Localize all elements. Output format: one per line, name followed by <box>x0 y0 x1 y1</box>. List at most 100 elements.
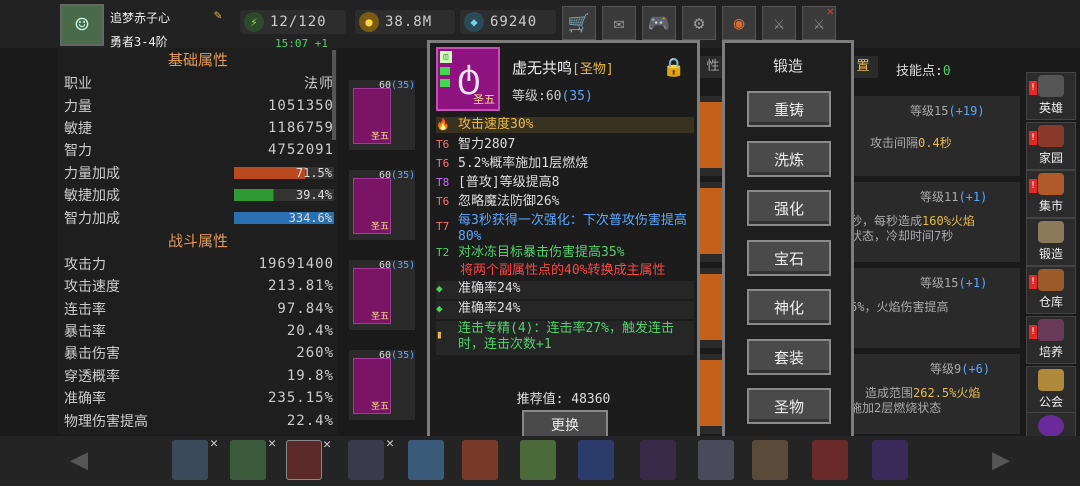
equipment-slot[interactable]: 60(35) 圣五 <box>349 260 415 330</box>
attr-label: 力量 <box>64 98 92 115</box>
hero-portrait[interactable] <box>872 440 908 480</box>
bonus-label: 敏捷加成 <box>64 188 120 205</box>
gear-icon: ⚙ <box>693 12 705 34</box>
hero-portrait[interactable] <box>698 440 734 480</box>
hero-portrait-selected[interactable]: ✕ <box>286 437 331 480</box>
nav-warehouse[interactable]: ! 仓库 <box>1026 266 1076 314</box>
nav-training[interactable]: ! 培养 <box>1026 316 1076 364</box>
gem-button[interactable]: 宝石 <box>747 240 831 276</box>
attr-row: 物理伤害提高 22.4% <box>58 409 338 431</box>
energy-value: 12/120 <box>270 14 327 30</box>
nav-market[interactable]: ! 集市 <box>1026 170 1076 218</box>
nav-guild[interactable]: 公会 <box>1026 366 1076 414</box>
nav-home[interactable]: ! 家园 <box>1026 122 1076 170</box>
lock-icon[interactable]: 🔒 <box>663 57 685 78</box>
enhance-button[interactable]: 强化 <box>747 190 831 226</box>
item-name: 虚无共鸣[圣物] <box>512 59 614 77</box>
skill-art <box>700 274 722 340</box>
equipment-slot[interactable]: 60(35) 圣五 <box>349 170 415 240</box>
deify-button[interactable]: 神化 <box>747 289 831 325</box>
hero-portrait[interactable] <box>812 440 848 480</box>
guild-icon <box>1038 369 1064 391</box>
attr-row: 穿透概率 19.8% <box>58 365 338 387</box>
set-button[interactable]: 套装 <box>747 339 831 375</box>
equipment-slot[interactable]: 60(35) 圣五 <box>349 350 415 420</box>
bonus-bar-row: 智力加成 334.6% <box>58 206 338 228</box>
item-tag: 圣五 <box>473 93 495 106</box>
hero-portrait[interactable]: ✕ <box>230 436 276 480</box>
boots-icon: 圣五 <box>353 358 391 414</box>
hero-portrait[interactable]: ✕ <box>348 436 394 480</box>
gamepad-icon: 🎮 <box>647 12 671 34</box>
settings-button[interactable]: ⚙ <box>682 6 716 40</box>
recommend-score: 推荐值: 48360 <box>516 392 611 407</box>
helmet-icon <box>1038 75 1064 97</box>
cart-icon: 🛒 <box>567 12 591 34</box>
attr-value: 260% <box>296 345 334 362</box>
gamepad-button[interactable]: 🎮 <box>642 6 676 40</box>
nav-hero[interactable]: ! 英雄 <box>1026 72 1076 120</box>
attr-value: 235.15% <box>267 390 334 407</box>
strength-bonus-bar: 71.5% <box>234 165 334 180</box>
shop-button[interactable]: 🛒 <box>562 6 596 40</box>
gem-socket <box>440 67 450 75</box>
edit-icon[interactable]: ✎ <box>214 8 228 23</box>
extra-affix: ◆ 准确率24% <box>436 281 694 299</box>
next-arrow-icon[interactable]: ▶ <box>982 440 1020 478</box>
attr-row: 准确率 235.15% <box>58 387 338 409</box>
refine-button[interactable]: 洗炼 <box>747 141 831 177</box>
affix-row: T6 5.2%概率施加1层燃烧 <box>436 156 589 171</box>
attr-label: 敏捷 <box>64 120 92 137</box>
relic-button[interactable]: 圣物 <box>747 388 831 424</box>
attr-label: 暴击伤害 <box>64 346 120 363</box>
wheel-button[interactable]: ◉ <box>722 6 756 40</box>
color-wheel-icon: ◉ <box>733 12 745 34</box>
hero-portrait[interactable] <box>408 440 444 480</box>
attr-label: 智力 <box>64 143 92 160</box>
player-avatar[interactable]: ☺ <box>60 4 104 46</box>
close-icon: ✕ <box>826 4 834 18</box>
lightning-icon: ⚡ <box>244 12 264 32</box>
hero-portrait[interactable] <box>640 440 676 480</box>
robe-icon: 圣五 <box>353 178 391 234</box>
gem-icon: ◆ <box>464 12 484 32</box>
necklace-icon: ◫ ტ 圣五 <box>436 47 500 111</box>
reforge-button[interactable]: 重铸 <box>747 91 831 127</box>
affix-conversion: 将两个副属性点的40%转换成主属性 <box>460 263 666 278</box>
nav-label: 英雄 <box>1038 101 1063 115</box>
mail-button[interactable]: ✉ <box>602 6 636 40</box>
attr-value: 22.4% <box>286 412 334 429</box>
gem-counter: ◆ 69240 <box>460 10 556 34</box>
hero-portrait[interactable] <box>520 440 556 480</box>
prev-arrow-icon[interactable]: ◀ <box>60 440 98 478</box>
alert-badge: ! <box>1029 81 1037 95</box>
attr-row: 智力 4752091 <box>58 139 338 161</box>
leggings-icon: 圣五 <box>353 268 391 324</box>
attr-label: 暴击率 <box>64 324 106 341</box>
combat-attributes-title: 战斗属性 <box>167 231 228 250</box>
attr-label: 攻击速度 <box>64 279 120 296</box>
bonus-bar-row: 敏捷加成 39.4% <box>58 184 338 206</box>
attribute-scrollbar[interactable] <box>332 50 336 140</box>
gem-socket <box>440 79 450 87</box>
item-tag: 圣五 <box>370 222 389 232</box>
nav-forge[interactable]: 锻造 <box>1026 218 1076 266</box>
nav-label: 集市 <box>1038 199 1063 213</box>
hero-portrait[interactable] <box>752 440 788 480</box>
attr-value: 19691400 <box>258 255 334 272</box>
equipment-slot[interactable]: 60(35) 圣五 <box>349 80 415 150</box>
affix-row: T8 [普攻]等级提高8 <box>436 175 560 190</box>
nav-label: 家园 <box>1038 151 1063 165</box>
attr-value: 1186759 <box>267 119 334 136</box>
bonus-value: 71.5% <box>295 165 332 180</box>
close-icon: ✕ <box>268 436 276 451</box>
event-button[interactable]: ⚔ <box>762 6 796 40</box>
bonus-label: 智力加成 <box>64 210 120 227</box>
attr-label: 物理伤害提高 <box>64 413 148 430</box>
class-label: 职业 <box>64 76 92 93</box>
hero-portrait[interactable] <box>578 440 614 480</box>
hero-portrait[interactable]: ✕ <box>172 436 218 480</box>
skill-desc: 攻击间隔0.4秒 <box>870 136 952 150</box>
hero-portrait[interactable] <box>462 440 498 480</box>
disabled-button[interactable]: ⚔ ✕ <box>802 4 836 40</box>
